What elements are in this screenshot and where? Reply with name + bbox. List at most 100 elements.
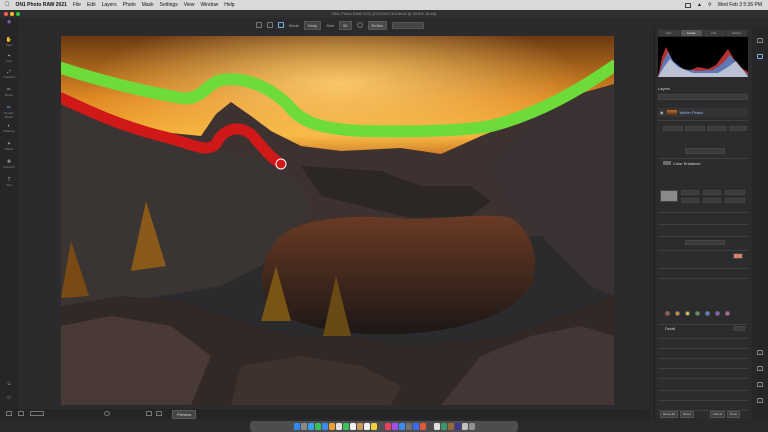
slider-track[interactable] (658, 368, 748, 369)
slider-track[interactable] (658, 212, 748, 213)
color-swatch-green[interactable] (695, 311, 700, 316)
slider-track[interactable] (658, 400, 748, 401)
tool-view[interactable]: ✋ View (3, 38, 15, 48)
menu-layers[interactable]: Layers (102, 2, 117, 8)
notes-icon[interactable] (370, 423, 377, 430)
done-button[interactable]: Done (727, 411, 741, 418)
portrait-module-icon[interactable] (756, 366, 764, 373)
slider-track[interactable] (658, 358, 748, 359)
minimize-window-button[interactable] (10, 12, 14, 16)
preset-button-5[interactable] (703, 198, 721, 203)
tab-history[interactable]: History (725, 30, 748, 36)
reset-all-button[interactable]: Reset All (660, 411, 678, 418)
layer-option-4[interactable] (729, 126, 747, 131)
slider-track[interactable] (658, 224, 748, 225)
search-icon[interactable]: ⚲ (708, 2, 712, 8)
preset-thumbnail[interactable] (660, 190, 678, 202)
effects-module-icon[interactable] (756, 350, 764, 357)
single-view-icon[interactable] (156, 411, 162, 416)
section-toggle[interactable] (733, 326, 745, 331)
menu-window[interactable]: Window (200, 2, 218, 8)
mail-icon[interactable] (321, 423, 328, 430)
color-swatch-red[interactable] (665, 311, 670, 316)
app-icon-2[interactable] (426, 423, 433, 430)
maps-icon[interactable] (328, 423, 335, 430)
display-icon[interactable] (685, 2, 691, 8)
filter-select[interactable] (685, 148, 725, 154)
preset-button-1[interactable] (681, 190, 699, 195)
downloads-icon[interactable] (461, 423, 468, 430)
app-icon-3[interactable] (433, 423, 440, 430)
tool-crop[interactable]: ⌖ Crop (3, 54, 15, 64)
calendar-icon[interactable] (349, 423, 356, 430)
music-icon[interactable] (384, 423, 391, 430)
podcasts-icon[interactable] (391, 423, 398, 430)
slider-track[interactable] (658, 338, 748, 339)
slider-track[interactable] (658, 268, 748, 269)
messages-icon[interactable] (314, 423, 321, 430)
export-module-icon[interactable] (756, 398, 764, 405)
layer-option-3[interactable] (707, 126, 727, 131)
trash-icon[interactable] (468, 423, 475, 430)
tool-retouch[interactable]: ✚ Retouch (3, 160, 15, 170)
color-swatch-magenta[interactable] (725, 311, 730, 316)
preset-button-3[interactable] (725, 190, 745, 195)
slider-track[interactable] (658, 378, 748, 379)
size-input[interactable]: 50 (339, 20, 352, 30)
color-swatch[interactable] (733, 253, 743, 259)
tool-refine[interactable]: ✦ Refine (3, 142, 15, 152)
cancel-button[interactable]: Cancel (709, 411, 726, 418)
options-select[interactable] (392, 21, 425, 29)
slider-track[interactable] (658, 278, 748, 279)
app-icon-1[interactable] (419, 423, 426, 430)
menu-settings[interactable]: Settings (160, 2, 178, 8)
launchpad-icon[interactable] (300, 423, 307, 430)
zoom-window-button[interactable] (16, 12, 20, 16)
finder-icon[interactable] (293, 423, 300, 430)
color-swatch-orange[interactable] (675, 311, 680, 316)
dropdown-select[interactable] (685, 240, 725, 245)
system-preferences-icon[interactable] (405, 423, 412, 430)
slider-track[interactable] (658, 390, 748, 391)
tool-perfect-brush[interactable]: ✏ Perfect Brush (3, 106, 15, 120)
on1-icon[interactable] (412, 423, 419, 430)
preset-button-6[interactable] (725, 198, 745, 203)
apple-icon[interactable]:  (5, 2, 10, 8)
color-swatch-yellow[interactable] (685, 311, 690, 316)
reminders-icon[interactable] (363, 423, 370, 430)
tool-portrait[interactable]: ☺ (3, 382, 15, 387)
mask-view-icon[interactable] (104, 411, 110, 416)
layer-option-2[interactable] (685, 126, 705, 131)
app-icon-4[interactable] (440, 423, 447, 430)
menu-help[interactable]: Help (224, 2, 234, 8)
close-window-button[interactable] (4, 12, 8, 16)
color-swatch-purple[interactable] (715, 311, 720, 316)
wifi-icon[interactable]: ▲ (697, 2, 702, 8)
browse-module-icon[interactable] (756, 38, 764, 45)
eye-icon[interactable]: ◉ (660, 110, 664, 115)
blend-mode-select[interactable] (658, 94, 748, 100)
tab-nav[interactable]: Nav (658, 30, 681, 36)
mode-select[interactable]: Keep (303, 20, 322, 30)
compare-icon[interactable] (18, 411, 24, 416)
grid-icon[interactable] (146, 411, 152, 416)
menu-app-name[interactable]: ON1 Photo RAW 2021 (16, 2, 67, 8)
photos-icon[interactable] (335, 423, 342, 430)
facetime-icon[interactable] (342, 423, 349, 430)
target-icon[interactable] (356, 22, 363, 28)
tool-brush[interactable]: ✏ Brush (3, 88, 15, 98)
brush-icon[interactable] (255, 22, 262, 28)
app-icon-5[interactable] (447, 423, 454, 430)
preset-button-4[interactable] (681, 198, 699, 203)
tab-levels[interactable]: Levels (680, 30, 703, 36)
menubar-clock[interactable]: Wed Feb 3 5:36 PM (718, 2, 762, 8)
preset-button-2[interactable] (703, 190, 721, 195)
menu-file[interactable]: File (73, 2, 81, 8)
slider-track[interactable] (658, 236, 748, 237)
tool-transform[interactable]: ⤢ Transform (3, 70, 17, 80)
layer-row[interactable]: ◉ Winter Peaks (658, 108, 748, 117)
tool-local[interactable]: ☉ (3, 396, 15, 401)
menu-mask[interactable]: Mask (142, 2, 154, 8)
menu-edit[interactable]: Edit (87, 2, 96, 8)
tv-icon[interactable] (377, 423, 384, 430)
